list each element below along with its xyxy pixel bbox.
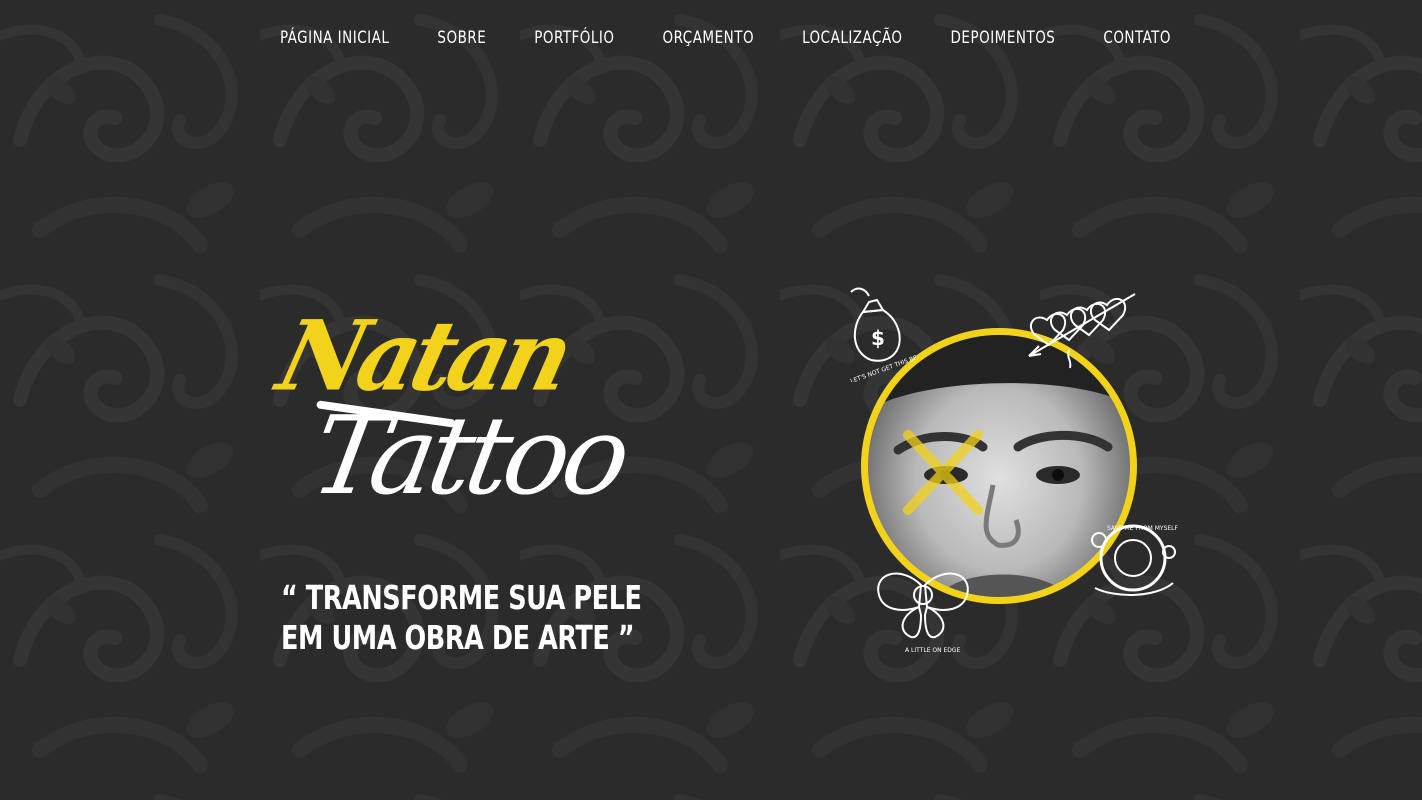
logo-tattoo: Tattoo [302, 394, 634, 519]
nav-link-portfolio[interactable]: PORTFÓLIO [534, 27, 614, 48]
nav-link-sobre[interactable]: SOBRE [437, 27, 486, 48]
svg-text:$: $ [871, 326, 885, 350]
butterfly-icon: A LITTLE ON EDGE [877, 572, 969, 654]
portrait-section: $ LET'S NOT GET THIS BREAD SAVE ME FROM … [835, 280, 1185, 655]
pierced-hearts-icon [1028, 293, 1136, 369]
logo: Natan Tattoo [268, 299, 634, 533]
hero-quote-line-1: “ TRANSFORME SUA PELE [281, 578, 642, 617]
hero-quote-line-2: EM UMA OBRA DE ARTE ” [281, 618, 635, 657]
money-bag-caption: LET'S NOT GET THIS BREAD [850, 350, 916, 382]
hero-quote: “ TRANSFORME SUA PELE EM UMA OBRA DE ART… [281, 578, 642, 658]
nav-link-contato[interactable]: CONTATO [1103, 27, 1171, 48]
main-nav: PÁGINA INICIAL SOBRE PORTFÓLIO ORÇAMENTO… [280, 27, 1171, 48]
nav-link-orcamento[interactable]: ORÇAMENTO [663, 27, 755, 48]
life-buoy-icon: SAVE ME FROM MYSELF [1091, 524, 1179, 596]
nav-link-pagina-inicial[interactable]: PÁGINA INICIAL [280, 27, 389, 48]
money-bag-icon: $ LET'S NOT GET THIS BREAD [850, 287, 916, 382]
butterfly-caption: A LITTLE ON EDGE [905, 647, 961, 654]
nav-link-depoimentos[interactable]: DEPOIMENTOS [951, 27, 1056, 48]
background-pattern [0, 0, 1422, 800]
nav-link-localizacao[interactable]: LOCALIZAÇÃO [802, 27, 902, 48]
life-buoy-caption: SAVE ME FROM MYSELF [1107, 525, 1179, 532]
